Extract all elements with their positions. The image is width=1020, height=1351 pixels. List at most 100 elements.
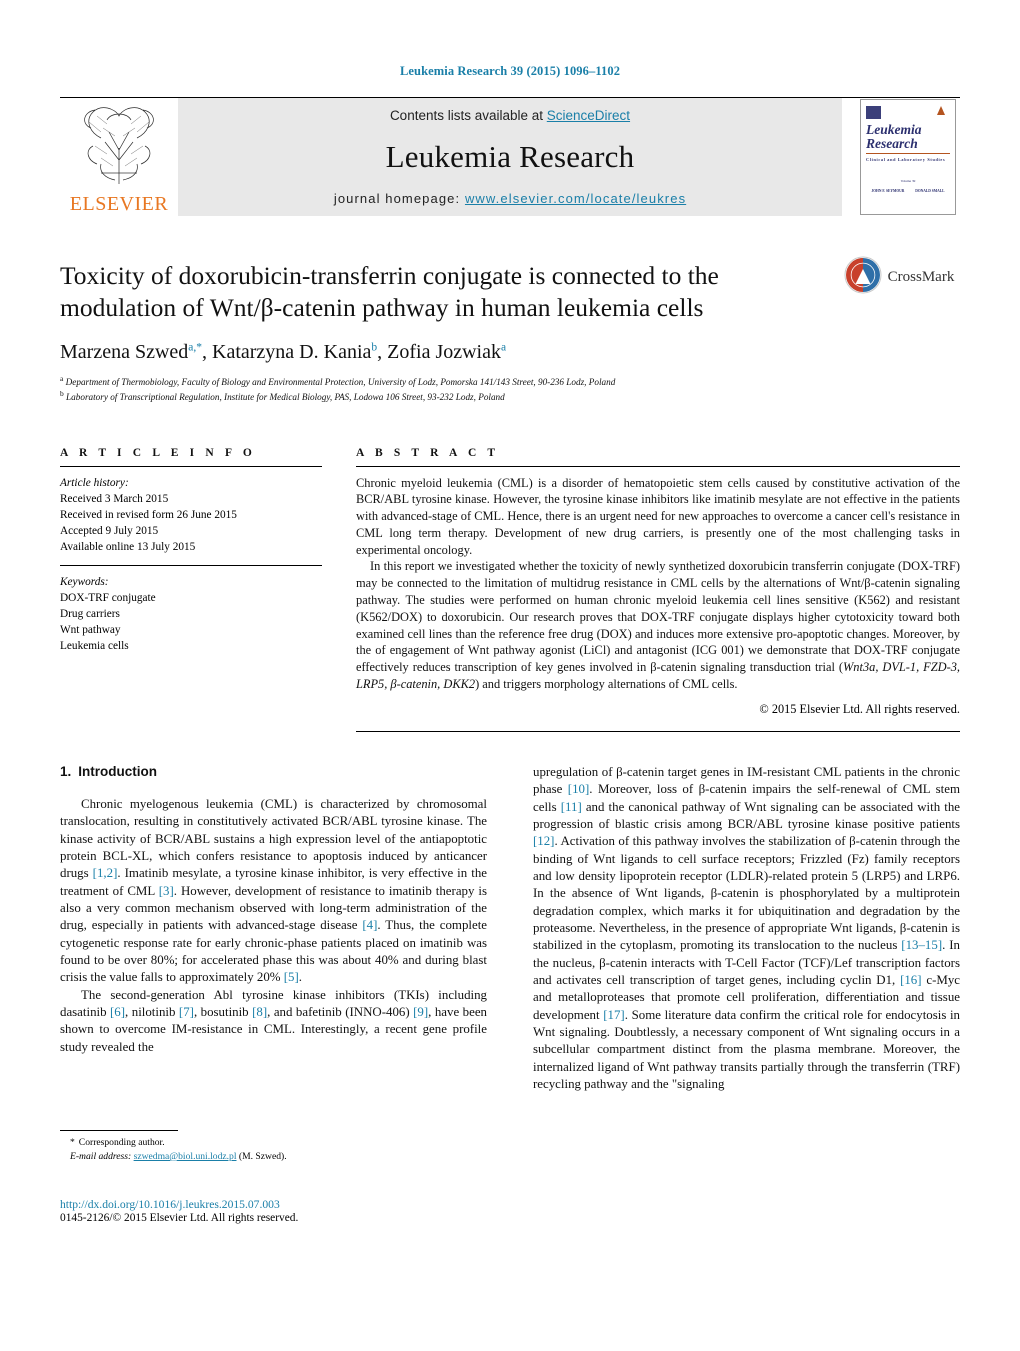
body-column-left: 1. Introduction Chronic myelogenous leuke… [60, 764, 488, 1224]
section-number: 1. [60, 763, 72, 779]
keyword-item: DOX-TRF conjugate [60, 591, 156, 604]
body-columns: 1. Introduction Chronic myelogenous leuke… [60, 764, 960, 1224]
email-line: E-mail address: szwedma@biol.uni.lodz.pl… [70, 1150, 487, 1164]
keyword-item: Leukemia cells [60, 639, 129, 652]
affiliation-text: Department of Thermobiology, Faculty of … [65, 377, 616, 388]
title-block: Toxicity of doxorubicin-transferrin conj… [60, 256, 960, 405]
crossmark-icon [844, 256, 882, 299]
citation-ref[interactable]: [3] [159, 884, 174, 898]
section-heading-introduction: 1. Introduction [60, 764, 487, 779]
corresponding-author-label: Corresponding author. [78, 1136, 165, 1148]
cover-volume-note: Volume 39 [900, 179, 916, 184]
keyword-item: Drug carriers [60, 607, 120, 620]
citation-ref[interactable]: [1,2] [93, 866, 118, 880]
banner-center: Contents lists available at ScienceDirec… [178, 98, 842, 216]
contents-available-line: Contents lists available at ScienceDirec… [390, 108, 630, 123]
citation-ref[interactable]: [7] [179, 1005, 194, 1019]
corresponding-author-footnote: * Corresponding author. E-mail address: s… [60, 1129, 487, 1164]
email-label: E-mail address: [70, 1150, 132, 1162]
journal-title: Leukemia Research [385, 139, 635, 174]
author-marks: a [501, 341, 507, 354]
citation-ref[interactable]: [9] [413, 1005, 428, 1019]
body-paragraph: The second-generation Abl tyrosine kinas… [60, 987, 487, 1054]
email-link[interactable]: szwedma@biol.uni.lodz.pl [134, 1151, 237, 1162]
homepage-prefix: journal homepage: [333, 191, 465, 206]
affiliation-text: Laboratory of Transcriptional Regulation… [66, 392, 505, 403]
cover-rule [866, 152, 950, 155]
contents-prefix: Contents lists available at [389, 108, 547, 123]
elsevier-wordmark: ELSEVIER [69, 193, 169, 215]
history-item: Received in revised form 26 June 2015 [60, 508, 237, 521]
author-name: Katarzyna D. Kania [212, 341, 372, 364]
body-paragraph: upregulation of β-catenin target genes i… [533, 764, 960, 1092]
abstract-bottom-rule [356, 730, 960, 732]
citation-ref[interactable]: [11] [561, 800, 582, 814]
cover-title-line2: Research [866, 135, 918, 151]
page-title: Toxicity of doxorubicin-transferrin conj… [60, 261, 719, 323]
citation-ref[interactable]: [8] [252, 1005, 267, 1019]
history-item: Accepted 9 July 2015 [60, 524, 159, 537]
cover-flag-icon [937, 106, 945, 115]
affiliation-list: a Department of Thermobiology, Faculty o… [60, 374, 830, 404]
asterisk-icon: * [70, 1136, 75, 1148]
body-column-right: upregulation of β-catenin target genes i… [533, 764, 960, 1094]
issn-copyright-line: 0145-2126/© 2015 Elsevier Ltd. All right… [60, 1211, 299, 1224]
abstract-copyright: © 2015 Elsevier Ltd. All rights reserved… [759, 701, 960, 716]
author-name: Zofia Jozwiak [387, 341, 501, 364]
elsevier-tree-icon [71, 102, 167, 186]
crossmark-label: CrossMark [887, 269, 955, 285]
abstract-column: A B S T R A C T Chronic myeloid leukemia… [356, 447, 960, 732]
author-list: Marzena Szweda,*, Katarzyna D. Kaniab, Z… [60, 341, 507, 364]
author-marks: b [371, 341, 378, 354]
gene-names: Wnt3a, DVL-1, FZD-3, LRP5, β-catenin, DK… [356, 660, 960, 692]
citation-ref[interactable]: [4] [362, 918, 377, 932]
affiliation-mark: b [60, 389, 64, 399]
citation-ref[interactable]: [6] [110, 1005, 125, 1019]
article-history-label: Article history: [60, 476, 129, 489]
cover-box: Leukemia Research Clinical and Laborator… [860, 99, 956, 215]
journal-homepage-line: journal homepage: www.elsevier.com/locat… [334, 191, 686, 206]
article-info-heading: A R T I C L E I N F O [60, 446, 256, 459]
abstract-paragraph: Chronic myeloid leukemia (CML) is a diso… [356, 475, 960, 557]
article-page: Leukemia Research 39 (2015) 1096–1102 EL… [0, 0, 1020, 1351]
journal-homepage-link[interactable]: www.elsevier.com/locate/leukres [465, 191, 686, 206]
body-paragraph: Chronic myelogenous leukemia (CML) is ch… [60, 796, 488, 985]
cover-editors: JOHN F. SEYMOUR DONALD SMALL [866, 189, 950, 193]
footnote-rule [60, 1129, 178, 1131]
citation-ref[interactable]: [13–15] [901, 938, 942, 952]
abstract-heading: A B S T R A C T [356, 446, 500, 459]
citation-ref[interactable]: [12] [533, 834, 554, 848]
citation-ref[interactable]: [17] [603, 1008, 624, 1022]
running-head: Leukemia Research 39 (2015) 1096–1102 [399, 64, 621, 78]
keywords-rule [60, 564, 322, 566]
cover-subtitle: Clinical and Laboratory Studies [866, 157, 946, 163]
keyword-item: Wnt pathway [60, 623, 121, 636]
keywords-label: Keywords: [60, 575, 109, 588]
crossmark-badge[interactable]: CrossMark [838, 256, 960, 299]
sciencedirect-link[interactable]: ScienceDirect [547, 108, 630, 123]
article-info-rule [60, 465, 322, 467]
history-item: Received 3 March 2015 [60, 492, 169, 505]
doi-block: http://dx.doi.org/10.1016/j.leukres.2015… [60, 1198, 520, 1224]
corresponding-author-line: * Corresponding author. [70, 1136, 487, 1150]
article-info-column: A R T I C L E I N F O Article history: R… [60, 447, 322, 732]
journal-banner: ELSEVIER Contents lists available at Sci… [60, 97, 960, 216]
cover-editor-2: DONALD SMALL [915, 188, 945, 193]
elsevier-logo: ELSEVIER [60, 98, 178, 216]
affiliation-item: b Laboratory of Transcriptional Regulati… [60, 389, 830, 404]
abstract-rule [356, 465, 960, 467]
email-suffix: (M. Szwed). [238, 1150, 287, 1162]
citation-ref[interactable]: [5] [284, 970, 299, 984]
abstract-paragraph: In this report we investigated whether t… [356, 559, 960, 692]
doi-link[interactable]: http://dx.doi.org/10.1016/j.leukres.2015… [60, 1198, 520, 1211]
cover-editor-1: JOHN F. SEYMOUR [871, 188, 905, 193]
cover-title-line1: Leukemia [866, 122, 922, 137]
affiliation-mark: a [60, 374, 64, 384]
journal-cover-thumbnail: Leukemia Research Clinical and Laborator… [856, 98, 960, 216]
cover-badge-icon [866, 106, 881, 119]
author-marks: a,* [188, 341, 203, 354]
affiliation-item: a Department of Thermobiology, Faculty o… [60, 374, 830, 389]
citation-ref[interactable]: [16] [900, 973, 921, 987]
section-title: Introduction [78, 763, 157, 779]
citation-ref[interactable]: [10] [568, 782, 589, 796]
